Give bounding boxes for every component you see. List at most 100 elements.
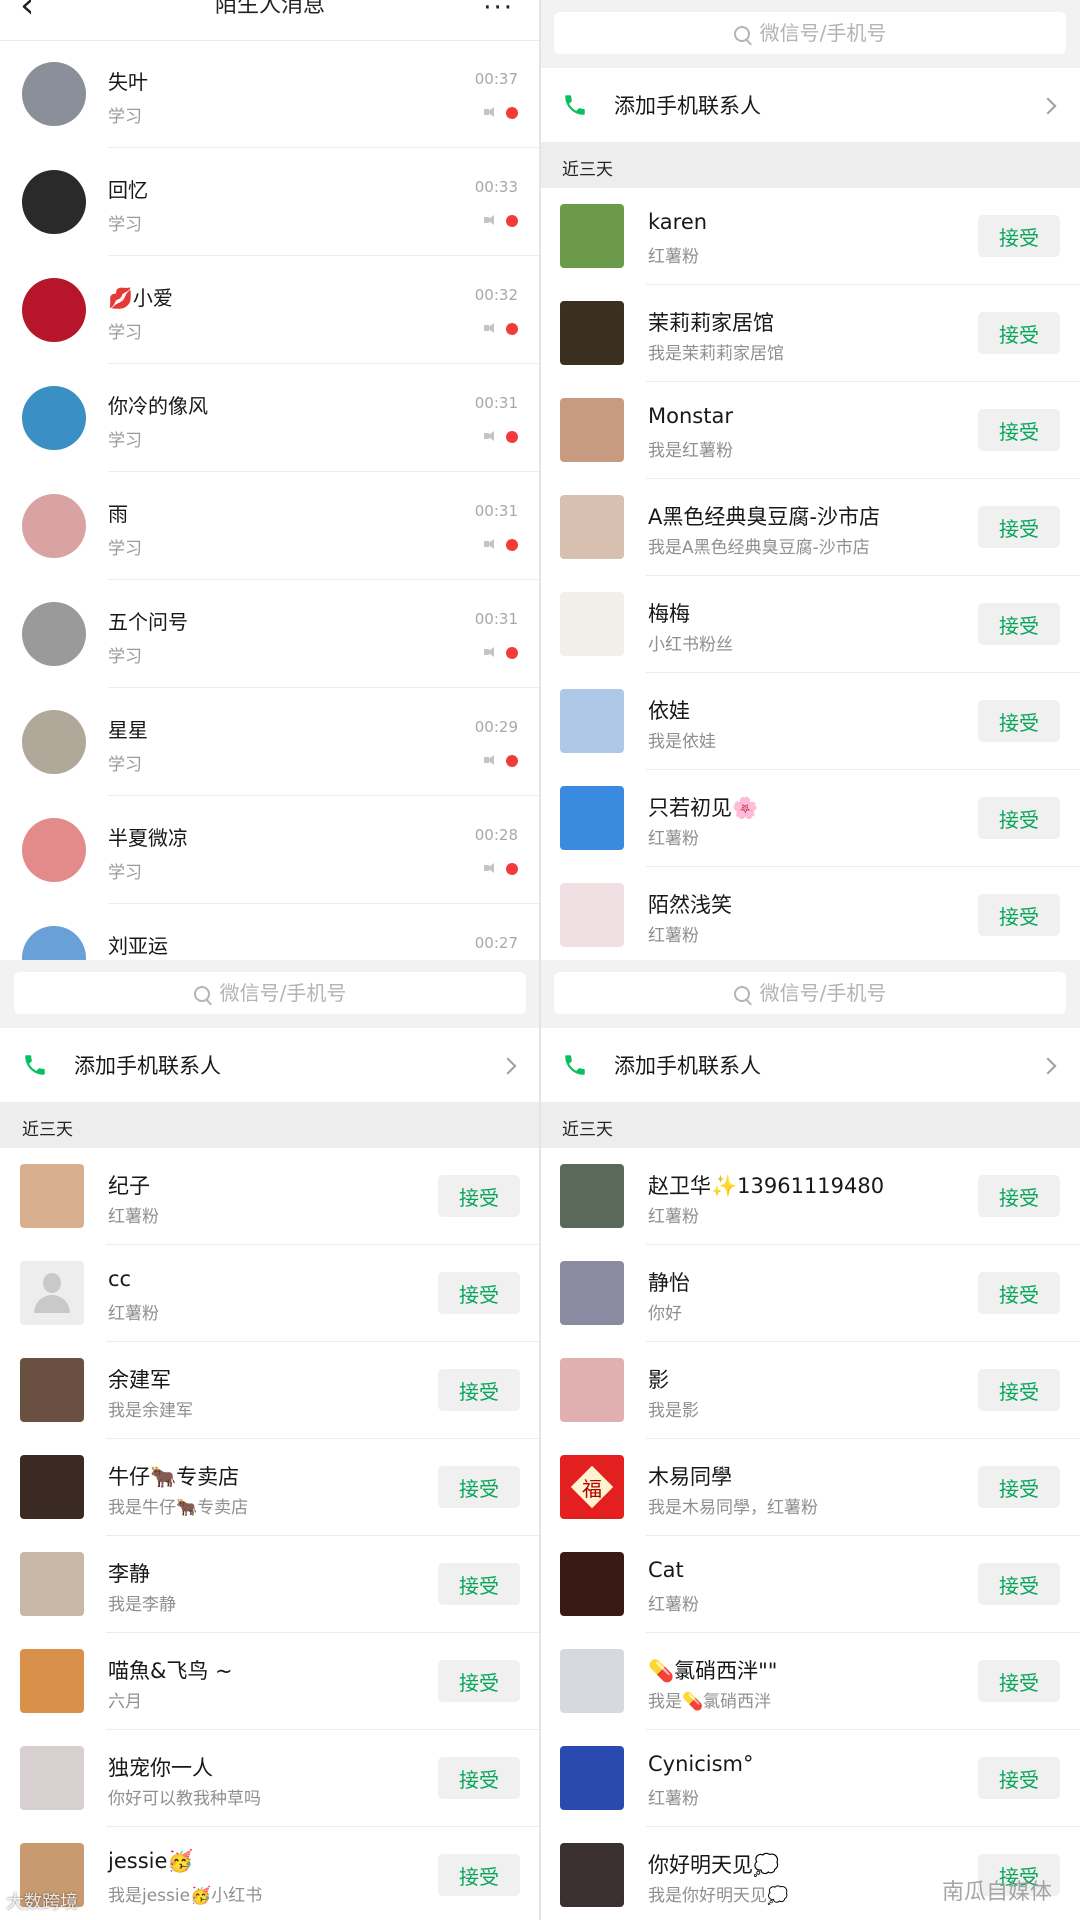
more-dots-icon[interactable]: ··· — [483, 0, 514, 28]
message-preview: 学习 — [108, 755, 142, 775]
message-row[interactable]: 失叶 学习 00:37 — [0, 40, 540, 148]
message-row[interactable]: 💋小爱 学习 00:32 — [0, 256, 540, 364]
request-row[interactable]: 依娃 我是依娃 接受 — [540, 673, 1080, 770]
search-input[interactable]: 微信号/手机号 — [554, 12, 1066, 54]
search-input[interactable]: 微信号/手机号 — [554, 972, 1066, 1014]
accept-button[interactable]: 接受 — [978, 1466, 1060, 1508]
accept-button[interactable]: 接受 — [978, 797, 1060, 839]
message-row[interactable]: 你冷的像风 学习 00:31 — [0, 364, 540, 472]
avatar — [560, 786, 624, 850]
request-row[interactable]: cc 红薯粉 接受 — [0, 1245, 540, 1342]
default-avatar-head — [43, 1273, 61, 1293]
avatar — [560, 592, 624, 656]
add-phone-contact-row[interactable]: 添加手机联系人 — [540, 68, 1080, 142]
accept-button[interactable]: 接受 — [978, 1757, 1060, 1799]
request-note: 红薯粉 — [648, 1789, 699, 1809]
search-placeholder: 微信号/手机号 — [554, 12, 1066, 54]
mute-icon — [484, 323, 496, 333]
requester-name: 李静 — [108, 1562, 150, 1586]
accept-button[interactable]: 接受 — [978, 603, 1060, 645]
accept-button[interactable]: 接受 — [438, 1369, 520, 1411]
message-preview: 学习 — [108, 647, 142, 667]
accept-button[interactable]: 接受 — [978, 1272, 1060, 1314]
request-row[interactable]: A黑色经典臭豆腐-沙市店 我是A黑色经典臭豆腐-沙市店 接受 — [540, 479, 1080, 576]
message-row[interactable]: 雨学习 00:31 — [0, 472, 540, 580]
accept-button[interactable]: 接受 — [978, 409, 1060, 451]
request-row[interactable]: 李静 我是李静 接受 — [0, 1536, 540, 1633]
avatar — [20, 1261, 84, 1325]
unread-dot-icon — [506, 431, 518, 443]
add-phone-contact-row[interactable]: 添加手机联系人 — [0, 1028, 540, 1102]
request-row[interactable]: 纪子 红薯粉 接受 — [0, 1148, 540, 1245]
accept-button[interactable]: 接受 — [978, 700, 1060, 742]
accept-button[interactable]: 接受 — [438, 1466, 520, 1508]
requester-name: 影 — [648, 1368, 669, 1392]
section-header: 近三天 — [540, 142, 1080, 188]
accept-button[interactable]: 接受 — [978, 1660, 1060, 1702]
message-time: 00:28 — [474, 826, 518, 844]
request-row[interactable]: 💊氯硝西泮"" 我是💊氯硝西泮 接受 — [540, 1633, 1080, 1730]
request-row[interactable]: 静怡 你好 接受 — [540, 1245, 1080, 1342]
avatar — [20, 1164, 84, 1228]
request-row[interactable]: 独宠你一人 你好可以教我种草吗 接受 — [0, 1730, 540, 1827]
request-row[interactable]: 牛仔🐂专卖店 我是牛仔🐂专卖店 接受 — [0, 1439, 540, 1536]
request-row[interactable]: 福 木易同學 我是木易同學，红薯粉 接受 — [540, 1439, 1080, 1536]
section-header: 近三天 — [540, 1102, 1080, 1148]
requester-name: karen — [648, 210, 708, 234]
accept-button[interactable]: 接受 — [978, 1175, 1060, 1217]
accept-button[interactable]: 接受 — [438, 1660, 520, 1702]
message-time: 00:37 — [474, 70, 518, 88]
add-phone-contact-row[interactable]: 添加手机联系人 — [540, 1028, 1080, 1102]
accept-button[interactable]: 接受 — [978, 894, 1060, 936]
message-row[interactable]: 刘亚运 00:27 — [0, 904, 540, 960]
request-row[interactable]: 只若初见🌸 红薯粉 接受 — [540, 770, 1080, 867]
message-row[interactable]: 五个问号 学习 00:31 — [0, 580, 540, 688]
avatar — [20, 1358, 84, 1422]
request-row[interactable]: Cynicism° 红薯粉 接受 — [540, 1730, 1080, 1827]
friend-requests-panel-3: 微信号/手机号 添加手机联系人 近三天 赵卫华✨13961119480 红薯粉 接受 静怡你… — [540, 960, 1080, 1920]
request-note: 红薯粉 — [648, 829, 699, 849]
request-row[interactable]: 赵卫华✨13961119480 红薯粉 接受 — [540, 1148, 1080, 1245]
requester-name: Cat — [648, 1558, 684, 1582]
chevron-right-icon — [1039, 97, 1057, 115]
panel-divider — [539, 0, 541, 1920]
accept-button[interactable]: 接受 — [978, 1563, 1060, 1605]
request-row[interactable]: 余建军 我是余建军 接受 — [0, 1342, 540, 1439]
request-row[interactable]: 喵魚&飞鸟 ~ 六月 接受 — [0, 1633, 540, 1730]
accept-button[interactable]: 接受 — [438, 1175, 520, 1217]
message-row[interactable]: 回忆 学习 00:33 — [0, 148, 540, 256]
accept-button[interactable]: 接受 — [438, 1563, 520, 1605]
accept-button[interactable]: 接受 — [978, 506, 1060, 548]
add-contact-label: 添加手机联系人 — [614, 1054, 761, 1078]
requester-name: cc — [108, 1267, 132, 1291]
search-input[interactable]: 微信号/手机号 — [14, 972, 526, 1014]
request-row[interactable]: 陌然浅笑 红薯粉 接受 — [540, 867, 1080, 960]
request-row[interactable]: karen 红薯粉 接受 — [540, 188, 1080, 285]
request-row[interactable]: 影我是影 接受 — [540, 1342, 1080, 1439]
request-row[interactable]: Monstar 我是红薯粉 接受 — [540, 382, 1080, 479]
request-row[interactable]: 梅梅 小红书粉丝 接受 — [540, 576, 1080, 673]
request-row[interactable]: 茉莉莉家居馆 我是茉莉莉家居馆 接受 — [540, 285, 1080, 382]
message-row[interactable]: 半夏微凉 学习 00:28 — [0, 796, 540, 904]
request-note: 红薯粉 — [108, 1304, 159, 1324]
search-placeholder-text: 微信号/手机号 — [759, 981, 887, 1005]
chevron-right-icon — [499, 1057, 517, 1075]
accept-button[interactable]: 接受 — [438, 1757, 520, 1799]
requester-name: 你好明天见💭 — [648, 1853, 780, 1877]
message-sender-name: 星星 — [108, 718, 148, 742]
mute-icon — [484, 755, 496, 765]
accept-button[interactable]: 接受 — [978, 1369, 1060, 1411]
requester-name: 赵卫华✨13961119480 — [648, 1174, 885, 1198]
accept-button[interactable]: 接受 — [978, 215, 1060, 257]
message-row[interactable]: 星星 学习 00:29 — [0, 688, 540, 796]
message-time: 00:32 — [474, 286, 518, 304]
accept-button[interactable]: 接受 — [438, 1854, 520, 1896]
requester-name: 静怡 — [648, 1271, 690, 1295]
accept-button[interactable]: 接受 — [438, 1272, 520, 1314]
page-title: 陌生人消息 — [214, 0, 325, 18]
request-row[interactable]: jessie🥳 我是jessie🥳小红书 接受 — [0, 1827, 540, 1920]
accept-button[interactable]: 接受 — [978, 312, 1060, 354]
request-row[interactable]: Cat 红薯粉 接受 — [540, 1536, 1080, 1633]
watermark-left: 大数跨境 — [6, 1892, 78, 1913]
message-sender-name: 刘亚运 — [108, 934, 168, 958]
